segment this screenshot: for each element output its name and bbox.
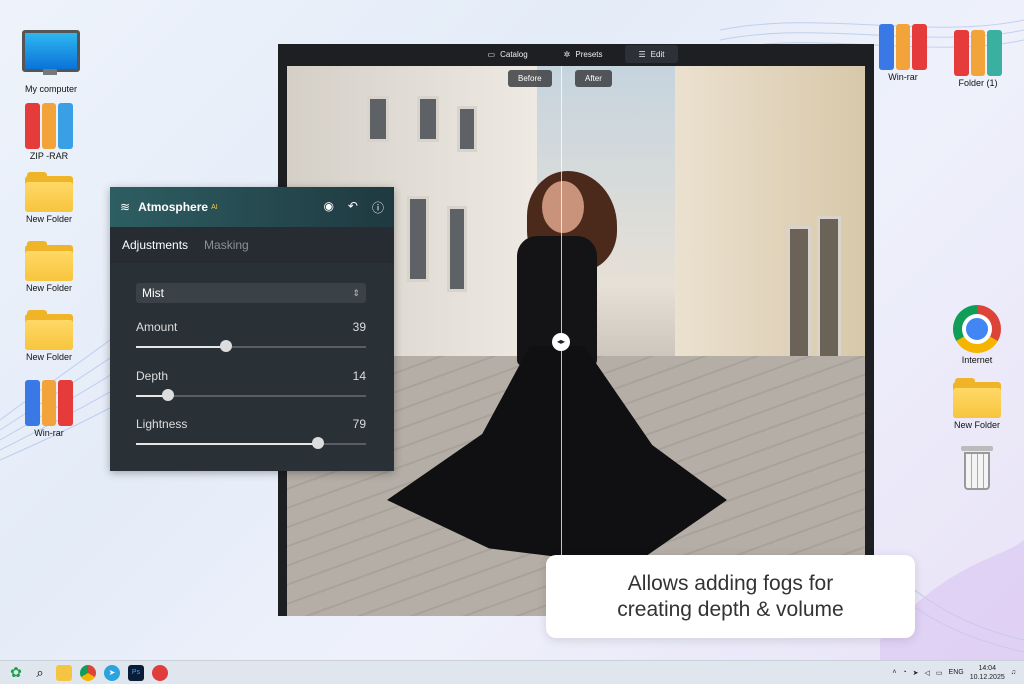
editor-top-nav: ▭ Catalog ✲ Presets ☰ Edit: [278, 44, 874, 64]
slider-value: 79: [352, 417, 366, 431]
desktop-icon-new-folder[interactable]: New Folder: [14, 241, 84, 293]
after-label: After: [575, 70, 612, 87]
lightness-slider[interactable]: Lightness 79: [136, 417, 366, 449]
slider-label: Amount: [136, 320, 178, 334]
chrome-icon[interactable]: [80, 664, 96, 681]
before-label: Before: [508, 70, 552, 87]
search-icon[interactable]: ⌕: [32, 665, 48, 681]
folder-icon: [25, 241, 73, 281]
winrar-icon: [954, 28, 1003, 76]
compare-handle-icon[interactable]: ◂▸: [552, 333, 570, 351]
app-icon[interactable]: [152, 664, 168, 681]
caption-line-2: creating depth & volume: [617, 597, 844, 621]
taskbar: ✿ ⌕ ➤ Ps ˄ ◔ ➤ ◁ ▭ ENG 14:04 10.12.2025 …: [0, 660, 1024, 684]
tab-masking[interactable]: Masking: [204, 238, 249, 252]
chrome-icon: [953, 305, 1001, 353]
undo-icon[interactable]: ↶: [348, 199, 358, 216]
desktop-icon-win-rar-right[interactable]: Win-rar: [868, 22, 938, 82]
telegram-tray-icon[interactable]: ➤: [913, 669, 919, 677]
atmosphere-panel: ≋ Atmosphere AI ◉ ↶ ⓘ Adjustments Maskin…: [110, 187, 394, 471]
compare-divider[interactable]: [561, 66, 562, 556]
photoshop-icon[interactable]: Ps: [128, 664, 144, 681]
slider-knob[interactable]: [311, 437, 324, 449]
info-icon[interactable]: ⓘ: [372, 199, 384, 216]
winrar-icon: [25, 378, 74, 426]
slider-fill: [136, 443, 318, 445]
preset-select-value: Mist: [142, 286, 164, 300]
winrar-icon: [25, 101, 74, 149]
panel-title: Atmosphere: [138, 200, 209, 214]
language-indicator[interactable]: ENG: [949, 669, 964, 676]
folder-icon: [953, 378, 1001, 418]
computer-icon: [22, 30, 80, 75]
panel-tabs: Adjustments Masking: [110, 227, 394, 263]
caption-line-1: Allows adding fogs for: [627, 571, 834, 595]
desktop-icon-my-computer[interactable]: My computer: [16, 30, 86, 94]
slider-track[interactable]: [136, 340, 366, 352]
slider-value: 14: [352, 369, 366, 383]
notification-bell-icon[interactable]: ♫: [1011, 669, 1016, 676]
ai-badge: AI: [211, 203, 218, 211]
depth-slider[interactable]: Depth 14: [136, 369, 366, 401]
slider-fill: [136, 346, 226, 348]
system-tray: ˄ ◔ ➤ ◁ ▭ ENG 14:04 10.12.2025 ♫: [892, 664, 1024, 682]
edit-button[interactable]: ☰ Edit: [624, 45, 679, 63]
amount-slider[interactable]: Amount 39: [136, 320, 366, 352]
slider-knob[interactable]: [162, 389, 175, 401]
telegram-icon[interactable]: ➤: [104, 664, 120, 681]
display-icon[interactable]: ▭: [936, 669, 943, 677]
folder-outline-icon: ▭: [487, 49, 496, 59]
folder-icon: [25, 310, 73, 350]
winrar-icon: [879, 22, 928, 70]
chevron-updown-icon: ⇕: [352, 287, 360, 298]
catalog-button[interactable]: ▭ Catalog: [474, 45, 542, 63]
desktop-icon-win-rar[interactable]: Win-rar: [14, 378, 84, 438]
network-icon[interactable]: ◔: [902, 669, 906, 676]
start-icon[interactable]: ✿: [8, 664, 24, 681]
eye-icon[interactable]: ◉: [323, 199, 333, 216]
presets-button[interactable]: ✲ Presets: [550, 45, 617, 63]
photo-subject-face: [542, 181, 584, 233]
desktop-icon-folder-1[interactable]: Folder (1): [943, 28, 1013, 88]
desktop-icon-new-folder[interactable]: New Folder: [14, 310, 84, 362]
desktop-icon-recycle-bin[interactable]: [942, 446, 1012, 492]
slider-label: Depth: [136, 369, 169, 383]
slider-knob[interactable]: [219, 340, 232, 352]
preset-select[interactable]: Mist ⇕: [136, 283, 366, 303]
desktop-icon-new-folder-right[interactable]: New Folder: [942, 378, 1012, 430]
volume-icon[interactable]: ◁: [925, 669, 930, 677]
slider-label: Lightness: [136, 417, 188, 431]
tab-adjustments[interactable]: Adjustments: [122, 238, 188, 252]
sliders-icon: ☰: [638, 49, 646, 59]
file-explorer-icon[interactable]: [56, 664, 72, 681]
desktop-icon-internet[interactable]: Internet: [942, 305, 1012, 365]
desktop-icon-new-folder[interactable]: New Folder: [14, 172, 84, 224]
panel-header: ≋ Atmosphere AI ◉ ↶ ⓘ: [110, 187, 394, 227]
recycle-bin-icon: [961, 446, 993, 490]
clock[interactable]: 14:04 10.12.2025: [970, 664, 1005, 682]
waves-icon: ≋: [120, 200, 131, 214]
feature-caption: Allows adding fogs for creating depth & …: [546, 555, 915, 638]
folder-icon: [25, 172, 73, 212]
chevron-up-icon[interactable]: ˄: [892, 669, 896, 676]
desktop-icon-zip-rar[interactable]: ZIP -RAR: [14, 101, 84, 161]
sparkle-icon: ✲: [563, 49, 571, 59]
slider-track[interactable]: [136, 437, 366, 449]
slider-value: 39: [352, 320, 366, 334]
slider-track[interactable]: [136, 389, 366, 401]
